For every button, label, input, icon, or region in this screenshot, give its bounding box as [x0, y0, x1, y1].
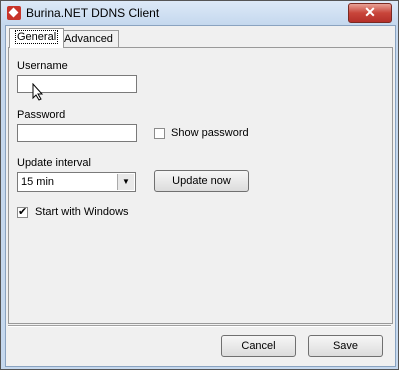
- update-interval-value: 15 min: [21, 176, 55, 188]
- app-logo-icon: [7, 6, 21, 20]
- tab-general[interactable]: General: [9, 28, 65, 48]
- show-password-checkbox[interactable]: [154, 128, 165, 139]
- save-button[interactable]: Save: [308, 335, 383, 357]
- title-bar[interactable]: Burina.NET DDNS Client ✕: [1, 1, 398, 25]
- cancel-button[interactable]: Cancel: [221, 335, 296, 357]
- update-interval-select[interactable]: 15 min ▼: [17, 172, 136, 192]
- tab-general-label: General: [15, 30, 59, 44]
- username-label: Username: [17, 60, 68, 72]
- show-password-label[interactable]: Show password: [171, 127, 249, 139]
- update-now-button[interactable]: Update now: [154, 170, 249, 192]
- password-label: Password: [17, 109, 66, 121]
- general-tab-panel: Username Password Show password Update i…: [8, 47, 393, 324]
- chevron-down-icon[interactable]: ▼: [117, 174, 134, 190]
- mouse-cursor-icon: [32, 83, 44, 101]
- start-with-windows-checkbox[interactable]: [17, 205, 28, 218]
- footer-divider: [8, 325, 391, 327]
- update-interval-label: Update interval: [17, 157, 91, 169]
- client-area: General Advanced Username Password Show …: [5, 25, 396, 367]
- app-window: Burina.NET DDNS Client ✕ General Advance…: [0, 0, 399, 370]
- start-with-windows-label[interactable]: Start with Windows: [35, 206, 129, 218]
- password-input[interactable]: [17, 124, 137, 142]
- window-title: Burina.NET DDNS Client: [26, 6, 160, 20]
- close-button[interactable]: ✕: [348, 3, 392, 23]
- tab-advanced[interactable]: Advanced: [58, 30, 119, 48]
